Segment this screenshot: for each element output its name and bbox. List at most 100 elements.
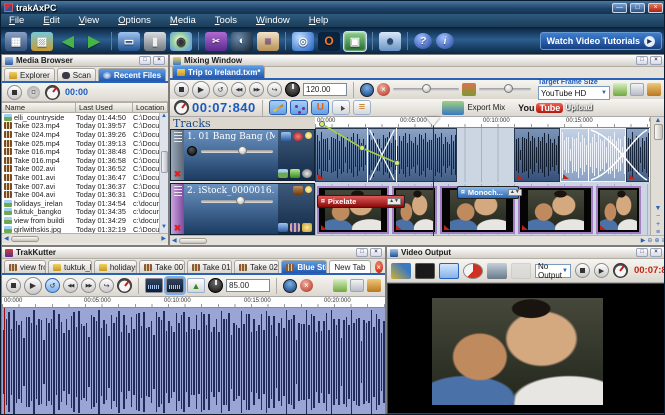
frame-size-select[interactable]: YouTube HD ▼ [538, 86, 610, 100]
scroll-down-icon[interactable]: ▼ [655, 205, 662, 212]
display-mode-icon[interactable] [439, 263, 459, 279]
youtube-upload-button[interactable]: You Tube Upload [518, 103, 592, 113]
tab-take-025[interactable]: Take 025... [234, 260, 279, 273]
menu-media[interactable]: Media [170, 15, 196, 26]
menu-window[interactable]: Window [256, 15, 290, 26]
file-row[interactable]: elli_countrysideToday 01:44:50C:\Documen… [2, 113, 168, 122]
snapshot-icon[interactable] [487, 263, 507, 279]
speedometer-icon[interactable] [117, 278, 132, 293]
scroll-left-icon[interactable]: ◀ [172, 237, 177, 244]
crossfade[interactable] [588, 128, 650, 182]
jump-button[interactable]: ↪ [99, 278, 114, 293]
rewind-button[interactable]: ◀◀ [63, 278, 78, 293]
speedometer-icon[interactable] [174, 100, 189, 115]
pixelate-effect-banner[interactable]: ¤ Pixelate ▲▼ [317, 195, 405, 208]
watch-video-tutorials-button[interactable]: Watch Video Tutorials ▶ [540, 32, 662, 50]
file-row[interactable]: holidays_irelanToday 01:34:54c:\document… [2, 199, 168, 208]
track-2-card[interactable]: ✖ 2. iStock_0000016... [170, 183, 315, 235]
delete-track-icon[interactable]: ✖ [174, 224, 182, 232]
tempo-dial[interactable] [208, 278, 223, 293]
fullscreen-icon[interactable] [415, 263, 435, 279]
file-row[interactable]: Take 001.aviToday 01:36:47C:\Document [2, 173, 168, 182]
stop-button[interactable] [6, 278, 21, 293]
redo-icon[interactable]: ▶ [83, 32, 105, 51]
preview-quality-slider[interactable] [479, 88, 531, 91]
paste-icon[interactable] [647, 83, 661, 96]
wand-tool[interactable] [269, 100, 287, 115]
tab-tuktuk-b[interactable]: tuktuk_b... [48, 260, 92, 273]
video-clip[interactable] [317, 186, 389, 234]
copy-icon[interactable] [350, 279, 364, 292]
track-1-card[interactable]: ✖ 1. 01 Bang Bang (M... [170, 129, 315, 181]
file-row[interactable]: Take 016.mp4Today 01:36:58C:\Document [2, 156, 168, 165]
tab-take-016[interactable]: Take 016... [187, 260, 232, 273]
help-ring-icon[interactable]: O [318, 32, 340, 51]
stop-button[interactable] [575, 263, 590, 278]
scrollbar-thumb[interactable] [161, 151, 168, 173]
clock-icon[interactable] [302, 169, 312, 178]
trakkutter-waveform[interactable] [2, 308, 385, 415]
loop-button[interactable]: ↺ [213, 82, 228, 97]
forward-button[interactable]: ▶▶ [249, 82, 264, 97]
trakkutter-ruler[interactable]: 00:00000:05:00000:10:00000:15:00000:20:0… [2, 297, 385, 308]
horizontal-scrollbar[interactable]: ◀ ▶ [2, 233, 168, 243]
delete-track-icon[interactable]: ✖ [174, 170, 182, 178]
panel-close-button[interactable]: × [650, 248, 662, 257]
scroll-right-icon[interactable]: ▶ [161, 235, 166, 242]
select-cursor-tool[interactable] [332, 100, 350, 115]
wave-zoom-view-icon[interactable] [166, 278, 184, 293]
save-icon[interactable]: ▦ [5, 32, 27, 51]
expand-icon[interactable]: ▲▼ [508, 189, 522, 196]
file-row[interactable]: view from buildiToday 01:34:29c:\documen… [2, 216, 168, 225]
restore-button[interactable]: □ [630, 3, 645, 13]
web-icon[interactable]: ◎ [292, 32, 314, 51]
menu-view[interactable]: View [79, 15, 99, 26]
file-row[interactable]: Take 007.aviToday 01:36:37C:\Document [2, 182, 168, 191]
tab-take-007[interactable]: Take 007... [139, 260, 184, 273]
export-mix-icon[interactable] [442, 101, 464, 115]
scroll-down-icon[interactable]: ▼ [160, 224, 168, 233]
slider-thumb[interactable] [422, 84, 431, 93]
panel-minimize-button[interactable]: □ [636, 56, 648, 65]
slider-thumb[interactable] [238, 146, 247, 155]
play-button[interactable]: ▶ [24, 277, 42, 295]
master-volume-knob[interactable] [360, 83, 374, 97]
timeline[interactable]: 00:00000:05:00000:10:00000:15:00000:20:0… [315, 117, 652, 236]
loop-button[interactable]: ↺ [45, 278, 60, 293]
share-icon[interactable]: ☻ [379, 32, 401, 51]
close-tab-button[interactable]: × [375, 261, 383, 273]
tab-blue-stin[interactable]: Blue Stin... [281, 260, 327, 273]
track-volume-slider[interactable] [201, 150, 273, 153]
info-icon[interactable]: i [436, 33, 454, 49]
video-clip[interactable] [392, 186, 437, 234]
gear-icon[interactable]: ¤ [27, 86, 40, 99]
master-volume-slider[interactable] [393, 88, 459, 91]
media-library-icon[interactable]: ▣ [344, 32, 366, 51]
column-last-used[interactable]: Last Used [76, 102, 133, 113]
play-button[interactable]: ▶ [192, 81, 210, 99]
scroll-up-icon[interactable]: ▲ [160, 113, 168, 122]
import-icon[interactable] [290, 169, 300, 178]
wave-view-icon[interactable] [145, 278, 163, 293]
minimize-button[interactable]: — [612, 3, 627, 13]
speedometer-icon[interactable] [45, 85, 60, 100]
file-row[interactable]: Take 023.mp4Today 01:39:57C:\Document [2, 122, 168, 131]
mixer-tool[interactable] [353, 100, 371, 115]
panel-close-button[interactable]: × [370, 248, 382, 257]
cd-icon[interactable]: ◉ [170, 32, 192, 51]
mixer-globe-icon[interactable]: ◐ [231, 32, 253, 51]
tab-scan[interactable]: Scan [57, 68, 96, 81]
mute-button[interactable]: × [377, 83, 390, 96]
tab-new-tab[interactable]: New Tab [329, 260, 370, 273]
menu-help[interactable]: Help [309, 15, 329, 26]
scroll-right-icon[interactable]: ▶ [641, 237, 646, 244]
tempo-input[interactable] [303, 83, 347, 96]
zoom-minus-icon[interactable]: − [656, 213, 660, 220]
track-1-name[interactable]: 1. 01 Bang Bang (M... [187, 132, 275, 142]
tab-recent-files[interactable]: Recent Files [98, 68, 166, 81]
render-movie-icon[interactable] [391, 263, 411, 279]
tempo-dial[interactable] [285, 82, 300, 97]
zoom-plus-icon[interactable]: + [656, 221, 660, 228]
drag-handle-icon[interactable] [174, 186, 182, 196]
undo-icon[interactable]: ◀ [57, 32, 79, 51]
